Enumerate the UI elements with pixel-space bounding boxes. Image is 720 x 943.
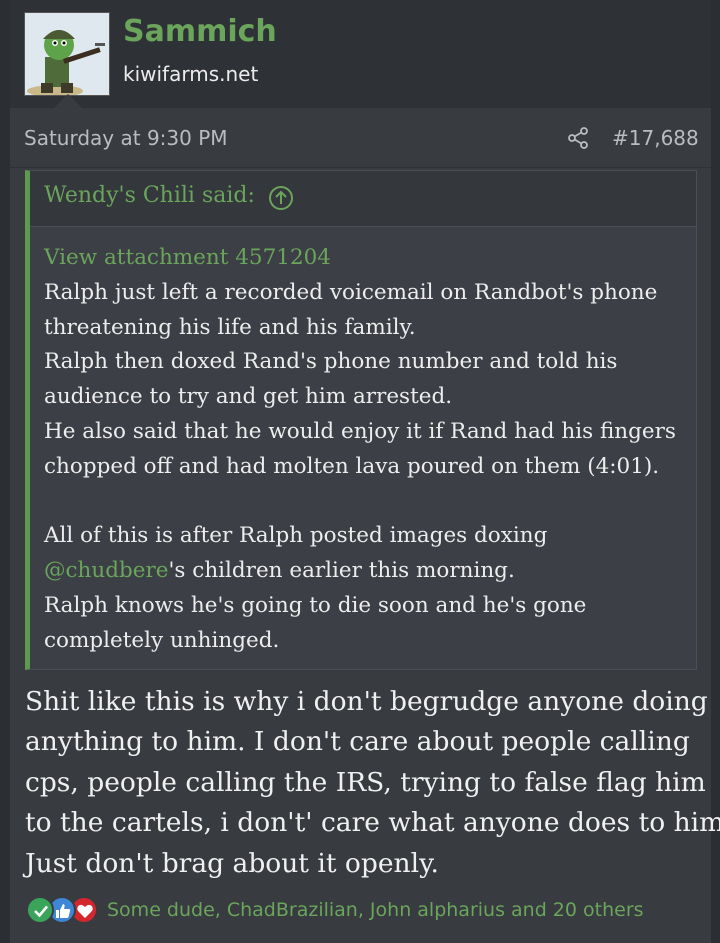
quote-line: completely unhinged.: [44, 627, 280, 653]
quote-author-link[interactable]: Wendy's Chili said:: [44, 183, 255, 208]
user-avatar[interactable]: [24, 12, 110, 96]
quote-line-with-mention: @chudbere's children earlier this mornin…: [44, 554, 694, 589]
quote-line: Ralph then doxed Rand's phone number and…: [44, 349, 618, 375]
quote-line: Ralph just left a recorded voicemail on …: [44, 279, 658, 305]
post-message: Shit like this is why i don't begrudge a…: [25, 682, 720, 884]
jump-to-quote-icon[interactable]: [268, 185, 294, 211]
post-number-link[interactable]: #17,688: [612, 126, 699, 150]
post-date[interactable]: Saturday at 9:30 PM: [24, 126, 228, 150]
share-icon[interactable]: [566, 126, 590, 150]
reactions-summary-link[interactable]: Some dude, ChadBrazilian, John alpharius…: [107, 899, 644, 921]
quote-line: chopped off and had molten lava poured o…: [44, 453, 660, 479]
user-mention-link[interactable]: @chudbere: [44, 558, 169, 583]
avatar-frog-soldier-image: [25, 13, 109, 95]
message-line: Shit like this is why i don't begrudge a…: [25, 686, 708, 717]
agree-check-icon[interactable]: [26, 896, 54, 924]
message-line: anything to him. I don't care about peop…: [25, 726, 690, 758]
quote-line: All of this is after Ralph posted images…: [44, 523, 548, 549]
mention-suffix-text: 's children earlier this morning.: [168, 558, 515, 584]
reactions-bar: Some dude, ChadBrazilian, John alpharius…: [26, 896, 696, 926]
message-line: Just don't brag about it openly.: [25, 847, 439, 879]
quote-line: audience to try and get him arrested.: [44, 384, 453, 410]
post-meta-bar: Saturday at 9:30 PM #17,688: [10, 108, 711, 168]
quote-header: Wendy's Chili said:: [30, 171, 696, 227]
quote-content: View attachment 4571204 Ralph just left …: [44, 241, 694, 659]
post-container: Sammich kiwifarms.net Saturday at 9:30 P…: [10, 0, 720, 943]
avatar-pointer: [54, 94, 82, 108]
user-header: Sammich kiwifarms.net: [10, 0, 711, 108]
quote-line: Ralph knows he's going to die soon and h…: [44, 592, 587, 618]
message-line: to the cartels, i don't' care what anyon…: [25, 807, 720, 839]
message-line: cps, people calling the IRS, trying to f…: [25, 766, 706, 798]
user-title: kiwifarms.net: [123, 62, 259, 86]
quote-line: threatening his life and his family.: [44, 314, 416, 340]
username-link[interactable]: Sammich: [123, 14, 277, 49]
quote-line: He also said that he would enjoy it if R…: [44, 418, 676, 444]
attachment-link[interactable]: View attachment 4571204: [44, 241, 694, 276]
quote-block: Wendy's Chili said: View attachment 4571…: [25, 170, 697, 670]
